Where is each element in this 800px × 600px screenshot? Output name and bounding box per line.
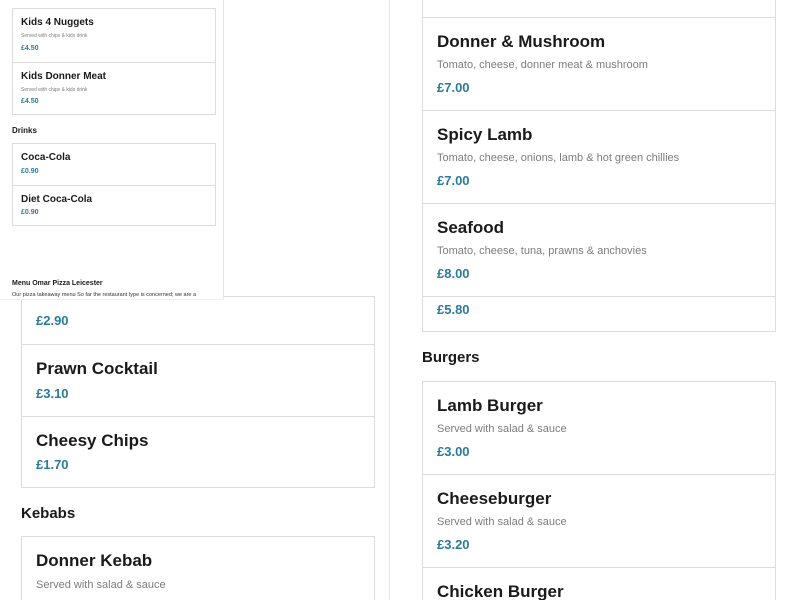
menu-item-price: £0.90 [21, 168, 39, 175]
menu-item[interactable]: Kids Donner Meat Served with chips & kid… [13, 62, 215, 115]
menu-item-description: Served with salad & sauce [437, 516, 567, 528]
menu-item-price: £3.10 [36, 386, 69, 401]
menu-item-description: Served with chips & kids drink [21, 33, 88, 39]
menu-item[interactable]: Lamb Burger Served with salad & sauce £3… [423, 382, 775, 474]
menu-item-stub [423, 0, 775, 17]
menu-item-name: Lamb Burger [437, 396, 543, 415]
menu-item-name: Cheeseburger [437, 489, 552, 508]
menu-item-name: Kids Donner Meat [21, 71, 107, 82]
menu-item[interactable]: £2.90 [22, 297, 374, 344]
menu-item-description: Served with chips & kids drink [21, 87, 88, 93]
menu-item-price: £3.00 [437, 444, 470, 459]
menu-item-price: £4.50 [21, 98, 39, 105]
menu-item[interactable]: Seafood Tomato, cheese, tuna, prawns & a… [423, 203, 775, 296]
menu-item-name: Seafood [437, 218, 505, 237]
menu-item-name: Kids 4 Nuggets [21, 17, 94, 28]
section-title-kebabs: Kebabs [21, 505, 76, 522]
menu-item-price: £7.00 [437, 173, 470, 188]
menu-item[interactable]: Cheesy Chips £1.70 [22, 416, 374, 488]
footer-text: Our pizza takeaway menu So far the resta… [12, 292, 197, 298]
page-thumbnail-overlay: Kids 4 Nuggets Served with chips & kids … [0, 0, 224, 300]
burgers-card: Lamb Burger Served with salad & sauce £3… [422, 381, 776, 600]
footer-title: Menu Omar Pizza Leicester [12, 280, 103, 287]
menu-item-description: Tomato, cheese, onions, lamb & hot green… [437, 152, 680, 164]
drinks-card: Coca-Cola £0.90 Diet Coca-Cola £0.90 [12, 143, 216, 226]
menu-item-price: £4.50 [21, 45, 39, 52]
menu-item-price: £8.00 [437, 266, 470, 281]
menu-item-description: Served with salad & sauce [437, 423, 567, 435]
menu-item[interactable]: Cheeseburger Served with salad & sauce £… [423, 474, 775, 567]
kids-card: Kids 4 Nuggets Served with chips & kids … [12, 8, 216, 115]
pizza-card: Donner & Mushroom Tomato, cheese, donner… [422, 0, 776, 332]
section-title-burgers: Burgers [422, 349, 480, 366]
menu-item[interactable]: Diet Coca-Cola £0.90 [13, 185, 215, 226]
menu-item-description: Tomato, cheese, tuna, prawns & anchovies [437, 245, 647, 257]
menu-item-price: £5.80 [437, 302, 470, 317]
menu-item-price: £2.90 [36, 313, 69, 328]
menu-item-name: Spicy Lamb [437, 125, 533, 144]
menu-item-price: £7.00 [437, 80, 470, 95]
menu-item-price: £1.70 [36, 457, 69, 472]
menu-item[interactable]: Kids 4 Nuggets Served with chips & kids … [13, 9, 215, 62]
menu-item-name: Donner & Mushroom [437, 32, 606, 51]
menu-item-name: Prawn Cocktail [36, 359, 158, 378]
menu-item-name: Diet Coca-Cola [21, 194, 93, 205]
menu-item-name: Donner Kebab [36, 551, 153, 570]
menu-right-column: Donner & Mushroom Tomato, cheese, donner… [390, 0, 800, 600]
menu-item-name: Coca-Cola [21, 152, 71, 163]
menu-item[interactable]: Donner Kebab Served with salad & sauce [22, 537, 374, 600]
menu-item-description: Served with salad & sauce [36, 579, 166, 591]
section-title-drinks: Drinks [12, 126, 37, 135]
sides-card: £2.90 Prawn Cocktail £3.10 Cheesy Chips … [21, 296, 375, 488]
menu-item-price: £3.20 [437, 537, 470, 552]
menu-item-name: Cheesy Chips [36, 431, 149, 450]
menu-item[interactable]: Chicken Burger [423, 567, 775, 600]
menu-item-description: Tomato, cheese, donner meat & mushroom [437, 59, 648, 71]
menu-item[interactable]: £5.80 [423, 296, 775, 333]
menu-item-price: £0.90 [21, 209, 39, 216]
kebabs-card: Donner Kebab Served with salad & sauce [21, 536, 375, 600]
menu-item[interactable]: Donner & Mushroom Tomato, cheese, donner… [423, 17, 775, 110]
menu-item[interactable]: Spicy Lamb Tomato, cheese, onions, lamb … [423, 110, 775, 203]
menu-item[interactable]: Coca-Cola £0.90 [13, 144, 215, 185]
menu-item-name: Chicken Burger [437, 582, 564, 600]
menu-item[interactable]: Prawn Cocktail £3.10 [22, 344, 374, 416]
